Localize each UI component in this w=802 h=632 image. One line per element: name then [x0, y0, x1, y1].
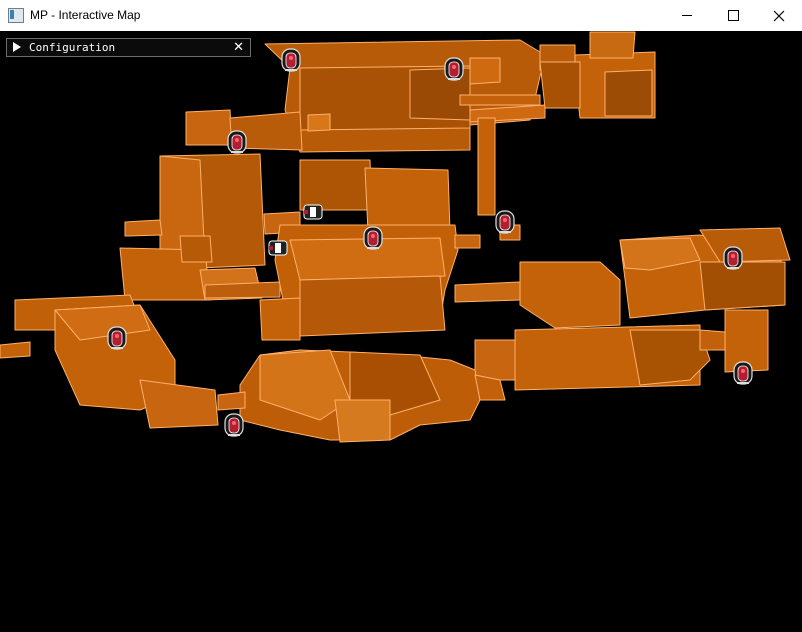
elevator-marker-icon[interactable] [268, 240, 288, 256]
close-button[interactable] [756, 0, 802, 31]
door-marker-icon[interactable] [733, 361, 753, 385]
door-marker-icon[interactable] [495, 210, 515, 234]
map-viewport[interactable] [0, 31, 802, 632]
maximize-icon [727, 10, 739, 21]
configuration-panel[interactable]: Configuration ✕ [6, 38, 251, 57]
close-icon[interactable]: ✕ [233, 40, 244, 55]
app-icon [8, 8, 24, 23]
door-marker-icon[interactable] [723, 246, 743, 270]
configuration-label[interactable]: Configuration [29, 41, 115, 54]
door-marker-icon[interactable] [227, 130, 247, 154]
triangle-right-icon[interactable] [13, 42, 21, 52]
door-marker-icon[interactable] [107, 326, 127, 350]
maximize-button[interactable] [710, 0, 756, 31]
minimize-icon [682, 15, 692, 16]
window-title: MP - Interactive Map [30, 8, 141, 22]
minimize-button[interactable] [664, 0, 710, 31]
elevator-marker-icon[interactable] [303, 204, 323, 220]
map-canvas[interactable] [0, 31, 802, 632]
door-marker-icon[interactable] [363, 226, 383, 250]
door-marker-icon[interactable] [444, 57, 464, 81]
app-window: MP - Interactive Map Configuration ✕ [0, 0, 802, 632]
door-marker-icon[interactable] [281, 48, 301, 72]
close-icon [773, 10, 785, 21]
door-marker-icon[interactable] [224, 413, 244, 437]
title-bar[interactable]: MP - Interactive Map [0, 0, 802, 31]
map-rooms [0, 31, 791, 443]
